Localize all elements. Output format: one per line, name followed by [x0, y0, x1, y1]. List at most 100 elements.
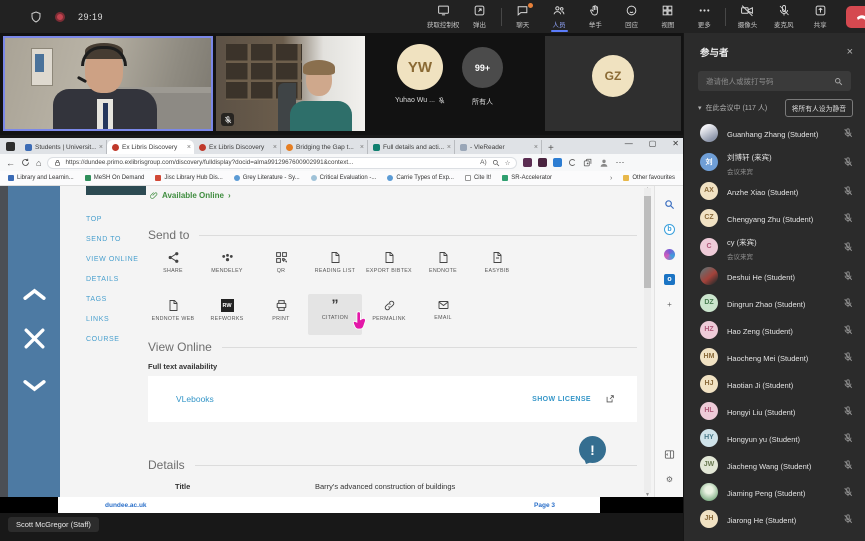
popout-button[interactable]: 弹出 [461, 0, 497, 33]
favorites-overflow-chevron-icon[interactable]: › [610, 175, 612, 182]
invite-search-box[interactable] [698, 71, 851, 91]
endnote-action[interactable]: ENDNOTE [416, 246, 470, 274]
participant-row[interactable]: CZ Chengyang Zhu (Student) [684, 204, 865, 231]
qr-action[interactable]: QR [254, 246, 308, 274]
sidebar-panel-icon[interactable] [663, 448, 676, 461]
nav-link-details[interactable]: DETAILS [86, 276, 139, 283]
maximize-button[interactable]: ▢ [649, 139, 657, 148]
participant-row[interactable]: C cy (来宾)会议来宾 [684, 231, 865, 262]
raise-hand-button[interactable]: 举手 [577, 0, 613, 33]
mendeley-action[interactable]: MENDELEY [200, 246, 254, 274]
favorite-item[interactable]: Library and Learnin... [8, 175, 74, 181]
tab-close-icon[interactable]: × [273, 144, 277, 151]
previous-record-chevron-icon[interactable] [22, 286, 47, 302]
in-meeting-section-label[interactable]: ▾在此会议中 (117 人) [698, 103, 767, 113]
mic-muted-icon[interactable] [843, 514, 853, 524]
endnote-web-action[interactable]: ENDNOTE WEB [146, 294, 200, 335]
mic-muted-icon[interactable] [843, 242, 853, 252]
camera-off-button[interactable]: 摄像头 [729, 0, 765, 33]
mic-muted-icon[interactable] [843, 406, 853, 416]
permalink-action[interactable]: PERMALINK [362, 294, 416, 335]
refresh-icon[interactable] [21, 158, 30, 167]
easybib-action[interactable]: EASYBIB [470, 246, 524, 274]
tab-vlereader[interactable]: - VleReader× [455, 140, 542, 154]
video-tile-presenter[interactable] [3, 36, 213, 131]
email-action[interactable]: EMAIL [416, 294, 470, 335]
participant-row[interactable]: HM Haocheng Mei (Student) [684, 343, 865, 370]
mic-muted-icon[interactable] [843, 298, 853, 308]
share-action[interactable]: SHARE [146, 246, 200, 274]
address-box[interactable]: https://dundee.primo.exlibrisgroup.com/d… [47, 157, 517, 169]
nav-link-sendto[interactable]: SEND TO [86, 236, 139, 243]
home-icon[interactable]: ⌂ [36, 158, 41, 168]
zoom-icon[interactable] [492, 159, 500, 167]
sidebar-add-icon[interactable]: + [663, 298, 676, 311]
mic-muted-icon[interactable] [843, 379, 853, 389]
get-control-button[interactable]: 获取控制权 [425, 0, 461, 33]
participant-row[interactable]: Guanhang Zhang (Student) [684, 119, 865, 146]
participant-row[interactable]: AX Anzhe Xiao (Student) [684, 177, 865, 204]
sidebar-designer-icon[interactable] [663, 248, 676, 261]
chat-button[interactable]: 聊天 [505, 0, 541, 33]
print-action[interactable]: PRINT [254, 294, 308, 335]
profile-avatar-icon[interactable] [599, 158, 609, 168]
avatar-tile-yw[interactable]: YW Yuhao Wu ... [395, 44, 445, 104]
favorite-item[interactable]: Critical Evaluation -... [311, 175, 377, 181]
tab-close-icon[interactable]: × [360, 144, 364, 151]
participant-row[interactable]: HY Hongyun yu (Student) [684, 424, 865, 451]
participant-row[interactable]: JH Jiarong He (Student) [684, 505, 865, 532]
invite-search-input[interactable] [706, 77, 828, 86]
participant-row[interactable]: DZ Dingrun Zhao (Student) [684, 289, 865, 316]
other-favourites-folder[interactable]: Other favourites [623, 175, 675, 181]
collections-icon[interactable] [583, 158, 593, 168]
participant-row[interactable]: Jiaming Peng (Student) [684, 478, 865, 505]
mic-muted-icon[interactable] [843, 213, 853, 223]
reactions-button[interactable]: 回应 [613, 0, 649, 33]
nav-link-top[interactable]: TOP [86, 216, 139, 223]
export-bibtex-action[interactable]: EXPORT BIBTEX [362, 246, 416, 274]
tab-close-icon[interactable]: × [447, 144, 451, 151]
participant-row[interactable]: HZ Hao Zeng (Student) [684, 316, 865, 343]
back-icon[interactable]: ← [6, 158, 15, 168]
provider-link[interactable]: VLebooks [176, 394, 532, 404]
extension-icon[interactable] [538, 158, 547, 167]
nav-link-viewonline[interactable]: VIEW ONLINE [86, 256, 139, 263]
participant-row[interactable]: HJ Haotian Ji (Student) [684, 370, 865, 397]
sidebar-outlook-icon[interactable]: o [663, 273, 676, 286]
favorite-item[interactable]: Grey Literature - Sy... [234, 175, 300, 181]
nav-link-tags[interactable]: TAGS [86, 296, 139, 303]
participant-row[interactable]: JW Jiacheng Wang (Student) [684, 451, 865, 478]
refworks-action[interactable]: RW REFWORKS [200, 294, 254, 335]
external-link-icon[interactable] [605, 394, 615, 404]
tab-fulldetails[interactable]: Full details and acti...× [368, 140, 455, 154]
leave-meeting-button[interactable]: 离开 [846, 6, 865, 28]
view-button[interactable]: 视图 [650, 0, 686, 33]
sidebar-search-icon[interactable] [663, 198, 676, 211]
favorite-item[interactable]: Cite It! [465, 175, 491, 181]
extension-icon[interactable] [523, 158, 532, 167]
tab-exlibris-active[interactable]: Ex Libris Discovery× [107, 140, 194, 154]
tab-bridging[interactable]: Bridging the Gap t...× [281, 140, 368, 154]
mic-muted-icon[interactable] [843, 487, 853, 497]
avatar-tile-everyone[interactable]: 99+ 所有人 [462, 47, 503, 107]
participants-button[interactable]: 人员 [541, 0, 577, 33]
close-panel-icon[interactable]: × [847, 46, 853, 58]
favorite-item[interactable]: Jisc Library Hub Dis... [155, 175, 222, 181]
next-record-chevron-icon[interactable] [22, 378, 47, 394]
mic-muted-icon[interactable] [843, 157, 853, 167]
participant-row[interactable]: 刘 刘博轩 (来宾)会议来宾 [684, 146, 865, 177]
new-tab-button[interactable]: + [548, 143, 554, 154]
video-tile-participant[interactable] [216, 36, 365, 131]
favorite-star-icon[interactable]: ☆ [505, 159, 511, 167]
close-record-icon[interactable] [22, 326, 47, 351]
sidebar-bing-icon[interactable]: b [663, 223, 676, 236]
mic-off-button[interactable]: 麦克风 [766, 0, 802, 33]
mic-muted-icon[interactable] [843, 128, 853, 138]
workspaces-icon[interactable] [6, 142, 15, 151]
available-online-link[interactable]: Available Online › [150, 191, 231, 200]
mic-muted-icon[interactable] [843, 186, 853, 196]
more-button[interactable]: 更多 [686, 0, 722, 33]
close-window-button[interactable]: ✕ [672, 139, 679, 148]
favorite-item[interactable]: Carrie Types of Exp... [387, 175, 454, 181]
extension-icon[interactable] [553, 158, 562, 167]
